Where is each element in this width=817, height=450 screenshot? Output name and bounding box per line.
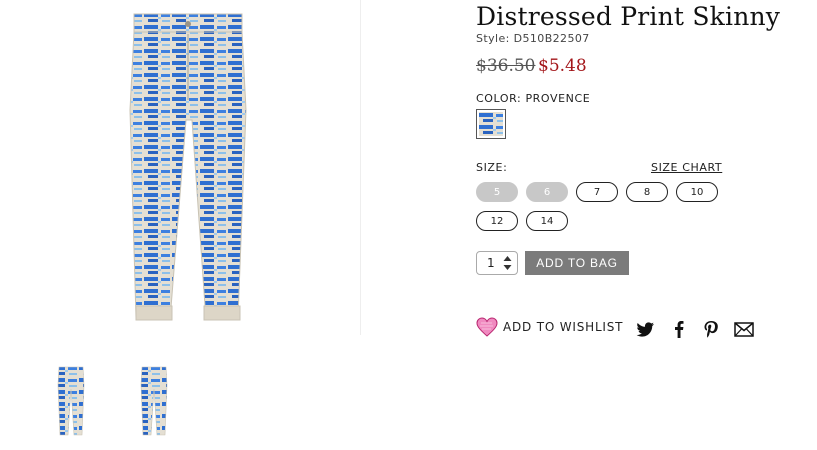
- pinterest-icon[interactable]: [700, 318, 722, 340]
- size-option-7[interactable]: 7: [576, 182, 618, 202]
- product-style-number: Style: D510B22507: [476, 32, 590, 45]
- color-swatch-provence[interactable]: [476, 109, 506, 139]
- size-label: SIZE:: [476, 161, 508, 174]
- facebook-icon[interactable]: [668, 318, 690, 340]
- email-icon[interactable]: [733, 318, 755, 340]
- wishlist-label: ADD TO WISHLIST: [503, 320, 624, 334]
- size-option-6[interactable]: 6: [526, 182, 568, 202]
- size-option-5[interactable]: 5: [476, 182, 518, 202]
- twitter-icon[interactable]: [634, 318, 656, 340]
- size-chart-link[interactable]: SIZE CHART: [651, 161, 722, 174]
- size-option-10[interactable]: 10: [676, 182, 718, 202]
- quantity-select[interactable]: 1: [476, 251, 518, 275]
- heart-icon: [476, 317, 498, 337]
- add-to-wishlist-link[interactable]: ADD TO WISHLIST: [476, 317, 623, 337]
- size-option-8[interactable]: 8: [626, 182, 668, 202]
- add-to-bag-button[interactable]: ADD TO BAG: [525, 251, 629, 275]
- product-main-image[interactable]: [60, 0, 361, 335]
- color-label: COLOR: PROVENCE: [476, 92, 591, 105]
- thumbnail-front[interactable]: [42, 362, 100, 440]
- original-price: $36.50: [476, 56, 536, 76]
- size-option-14[interactable]: 14: [526, 211, 568, 231]
- quantity-stepper-icon[interactable]: [503, 255, 512, 271]
- thumbnail-back[interactable]: [125, 362, 183, 440]
- sale-price: $5.48: [538, 56, 587, 76]
- product-title: Distressed Print Skinny: [476, 2, 781, 31]
- size-option-12[interactable]: 12: [476, 211, 518, 231]
- quantity-value: 1: [487, 256, 495, 270]
